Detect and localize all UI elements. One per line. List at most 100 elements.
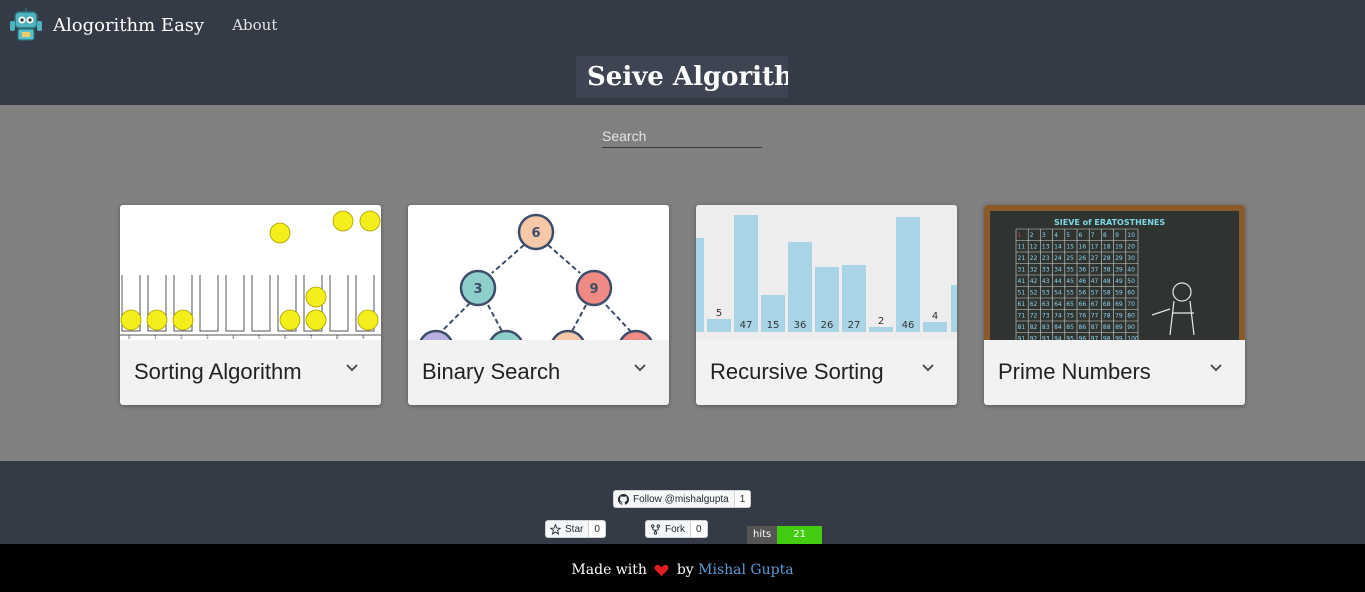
sieve-number: 53	[1042, 290, 1050, 297]
sieve-number: 44	[1054, 278, 1062, 285]
sieve-number: 97	[1091, 336, 1099, 341]
binary-tree-preview-image: 6 3 9	[408, 205, 669, 340]
sieve-number: 11	[1018, 244, 1026, 251]
svg-text:8: 8	[336, 335, 339, 340]
sorting-preview-image: 0 1 2 3 4 5 6 7 8 9	[120, 205, 381, 340]
sieve-number: 26	[1079, 255, 1087, 262]
sieve-number: 100	[1127, 336, 1139, 341]
sieve-number: 6	[1079, 232, 1083, 239]
sieve-number: 33	[1042, 267, 1050, 274]
sieve-number: 67	[1091, 301, 1099, 308]
header-band: Seive Algorith|	[0, 50, 1365, 105]
sieve-number: 17	[1091, 244, 1099, 251]
sieve-number: 30	[1127, 255, 1135, 262]
sieve-number: 43	[1042, 278, 1050, 285]
sieve-number: 63	[1042, 301, 1050, 308]
sieve-number: 31	[1018, 267, 1026, 274]
github-icon	[618, 493, 629, 505]
brand-link[interactable]: Alogorithm Easy	[53, 15, 204, 36]
star-icon	[550, 523, 561, 535]
robot-logo-icon[interactable]	[8, 7, 44, 43]
sieve-number: 74	[1054, 313, 1062, 320]
chevron-down-icon[interactable]	[633, 361, 647, 375]
sieve-number: 49	[1115, 278, 1123, 285]
github-follow-button[interactable]: Follow @mishalgupta 1	[613, 490, 752, 508]
chevron-down-icon[interactable]	[921, 361, 935, 375]
sieve-number: 24	[1054, 255, 1062, 262]
sieve-number: 72	[1030, 313, 1038, 320]
sieve-number: 71	[1018, 313, 1026, 320]
sieve-number: 91	[1018, 336, 1026, 341]
bars-preview-image: 5 47 15 36 26 27 2 46 4	[696, 205, 957, 340]
sieve-number: 13	[1042, 244, 1050, 251]
sieve-number: 90	[1127, 324, 1135, 331]
tree-root-label: 6	[531, 226, 540, 241]
bar-label: 2	[878, 316, 884, 327]
sieve-number: 20	[1127, 244, 1135, 251]
github-star-button[interactable]: Star 0	[545, 520, 606, 538]
credits-bar: Made with by Mishal Gupta	[0, 544, 1365, 592]
sieve-number: 56	[1079, 290, 1087, 297]
sieve-number: 2	[1030, 232, 1034, 239]
sieve-number: 40	[1127, 267, 1135, 274]
sieve-number: 34	[1054, 267, 1062, 274]
sieve-number: 82	[1030, 324, 1038, 331]
sieve-number: 62	[1030, 301, 1038, 308]
sieve-number: 38	[1103, 267, 1111, 274]
card-binary-search[interactable]: 6 3 9 Binary Search	[408, 205, 669, 405]
sieve-number: 47	[1091, 278, 1099, 285]
svg-text:3: 3	[206, 335, 209, 340]
fork-count: 0	[690, 521, 707, 537]
svg-text:4: 4	[232, 335, 235, 340]
svg-text:9: 9	[362, 335, 365, 340]
sieve-number: 7	[1091, 232, 1095, 239]
sieve-number: 9	[1115, 232, 1119, 239]
sieve-number: 80	[1127, 313, 1135, 320]
bar-label: 36	[794, 320, 807, 331]
sieve-number: 46	[1079, 278, 1087, 285]
sieve-number: 61	[1018, 301, 1026, 308]
sieve-number: 60	[1127, 290, 1135, 297]
sieve-number: 81	[1018, 324, 1026, 331]
sieve-number: 84	[1054, 324, 1062, 331]
card-title: Sorting Algorithm	[134, 359, 302, 384]
sieve-number: 16	[1079, 244, 1087, 251]
sieve-number: 83	[1042, 324, 1050, 331]
card-sorting-algorithm[interactable]: 0 1 2 3 4 5 6 7 8 9 Sorting Algorithm	[120, 205, 381, 405]
chevron-down-icon[interactable]	[1209, 361, 1223, 375]
svg-text:1: 1	[154, 335, 157, 340]
by-text: by	[676, 562, 694, 578]
sieve-number: 93	[1042, 336, 1050, 341]
sieve-number: 8	[1103, 232, 1107, 239]
bar-label: 47	[740, 320, 753, 331]
sieve-number: 96	[1079, 336, 1087, 341]
chevron-down-icon[interactable]	[345, 361, 359, 375]
tree-right-label: 9	[589, 282, 598, 297]
bar-label: 5	[716, 308, 722, 319]
sieve-number: 29	[1115, 255, 1123, 262]
sieve-number: 23	[1042, 255, 1050, 262]
sieve-number: 32	[1030, 267, 1038, 274]
sieve-number: 28	[1103, 255, 1111, 262]
sieve-number: 77	[1091, 313, 1099, 320]
sieve-number: 92	[1030, 336, 1038, 341]
author-link[interactable]: Mishal Gupta	[698, 562, 793, 578]
sieve-number: 36	[1079, 267, 1087, 274]
sieve-number: 58	[1103, 290, 1111, 297]
sieve-number: 52	[1030, 290, 1038, 297]
sieve-number: 54	[1054, 290, 1062, 297]
search-input[interactable]	[602, 124, 762, 148]
nav-about-link[interactable]: About	[232, 16, 277, 34]
sieve-number: 79	[1115, 313, 1123, 320]
sieve-number: 57	[1091, 290, 1099, 297]
svg-text:7: 7	[310, 335, 313, 340]
star-label: Star	[565, 523, 584, 535]
sieve-number: 69	[1115, 301, 1123, 308]
sieve-number: 89	[1115, 324, 1123, 331]
sieve-number: 3	[1042, 232, 1046, 239]
sieve-number: 27	[1091, 255, 1099, 262]
card-prime-numbers[interactable]: SIEVE of ERATOSTHENES 1 2 3 4 5 6 7 8 9 10 11 12 13 1…	[984, 205, 1245, 405]
card-recursive-sorting[interactable]: 5 47 15 36 26 27 2 46 4 Recursive Sortin…	[696, 205, 957, 405]
github-fork-button[interactable]: Fork 0	[645, 520, 708, 538]
sieve-number: 95	[1066, 336, 1074, 341]
